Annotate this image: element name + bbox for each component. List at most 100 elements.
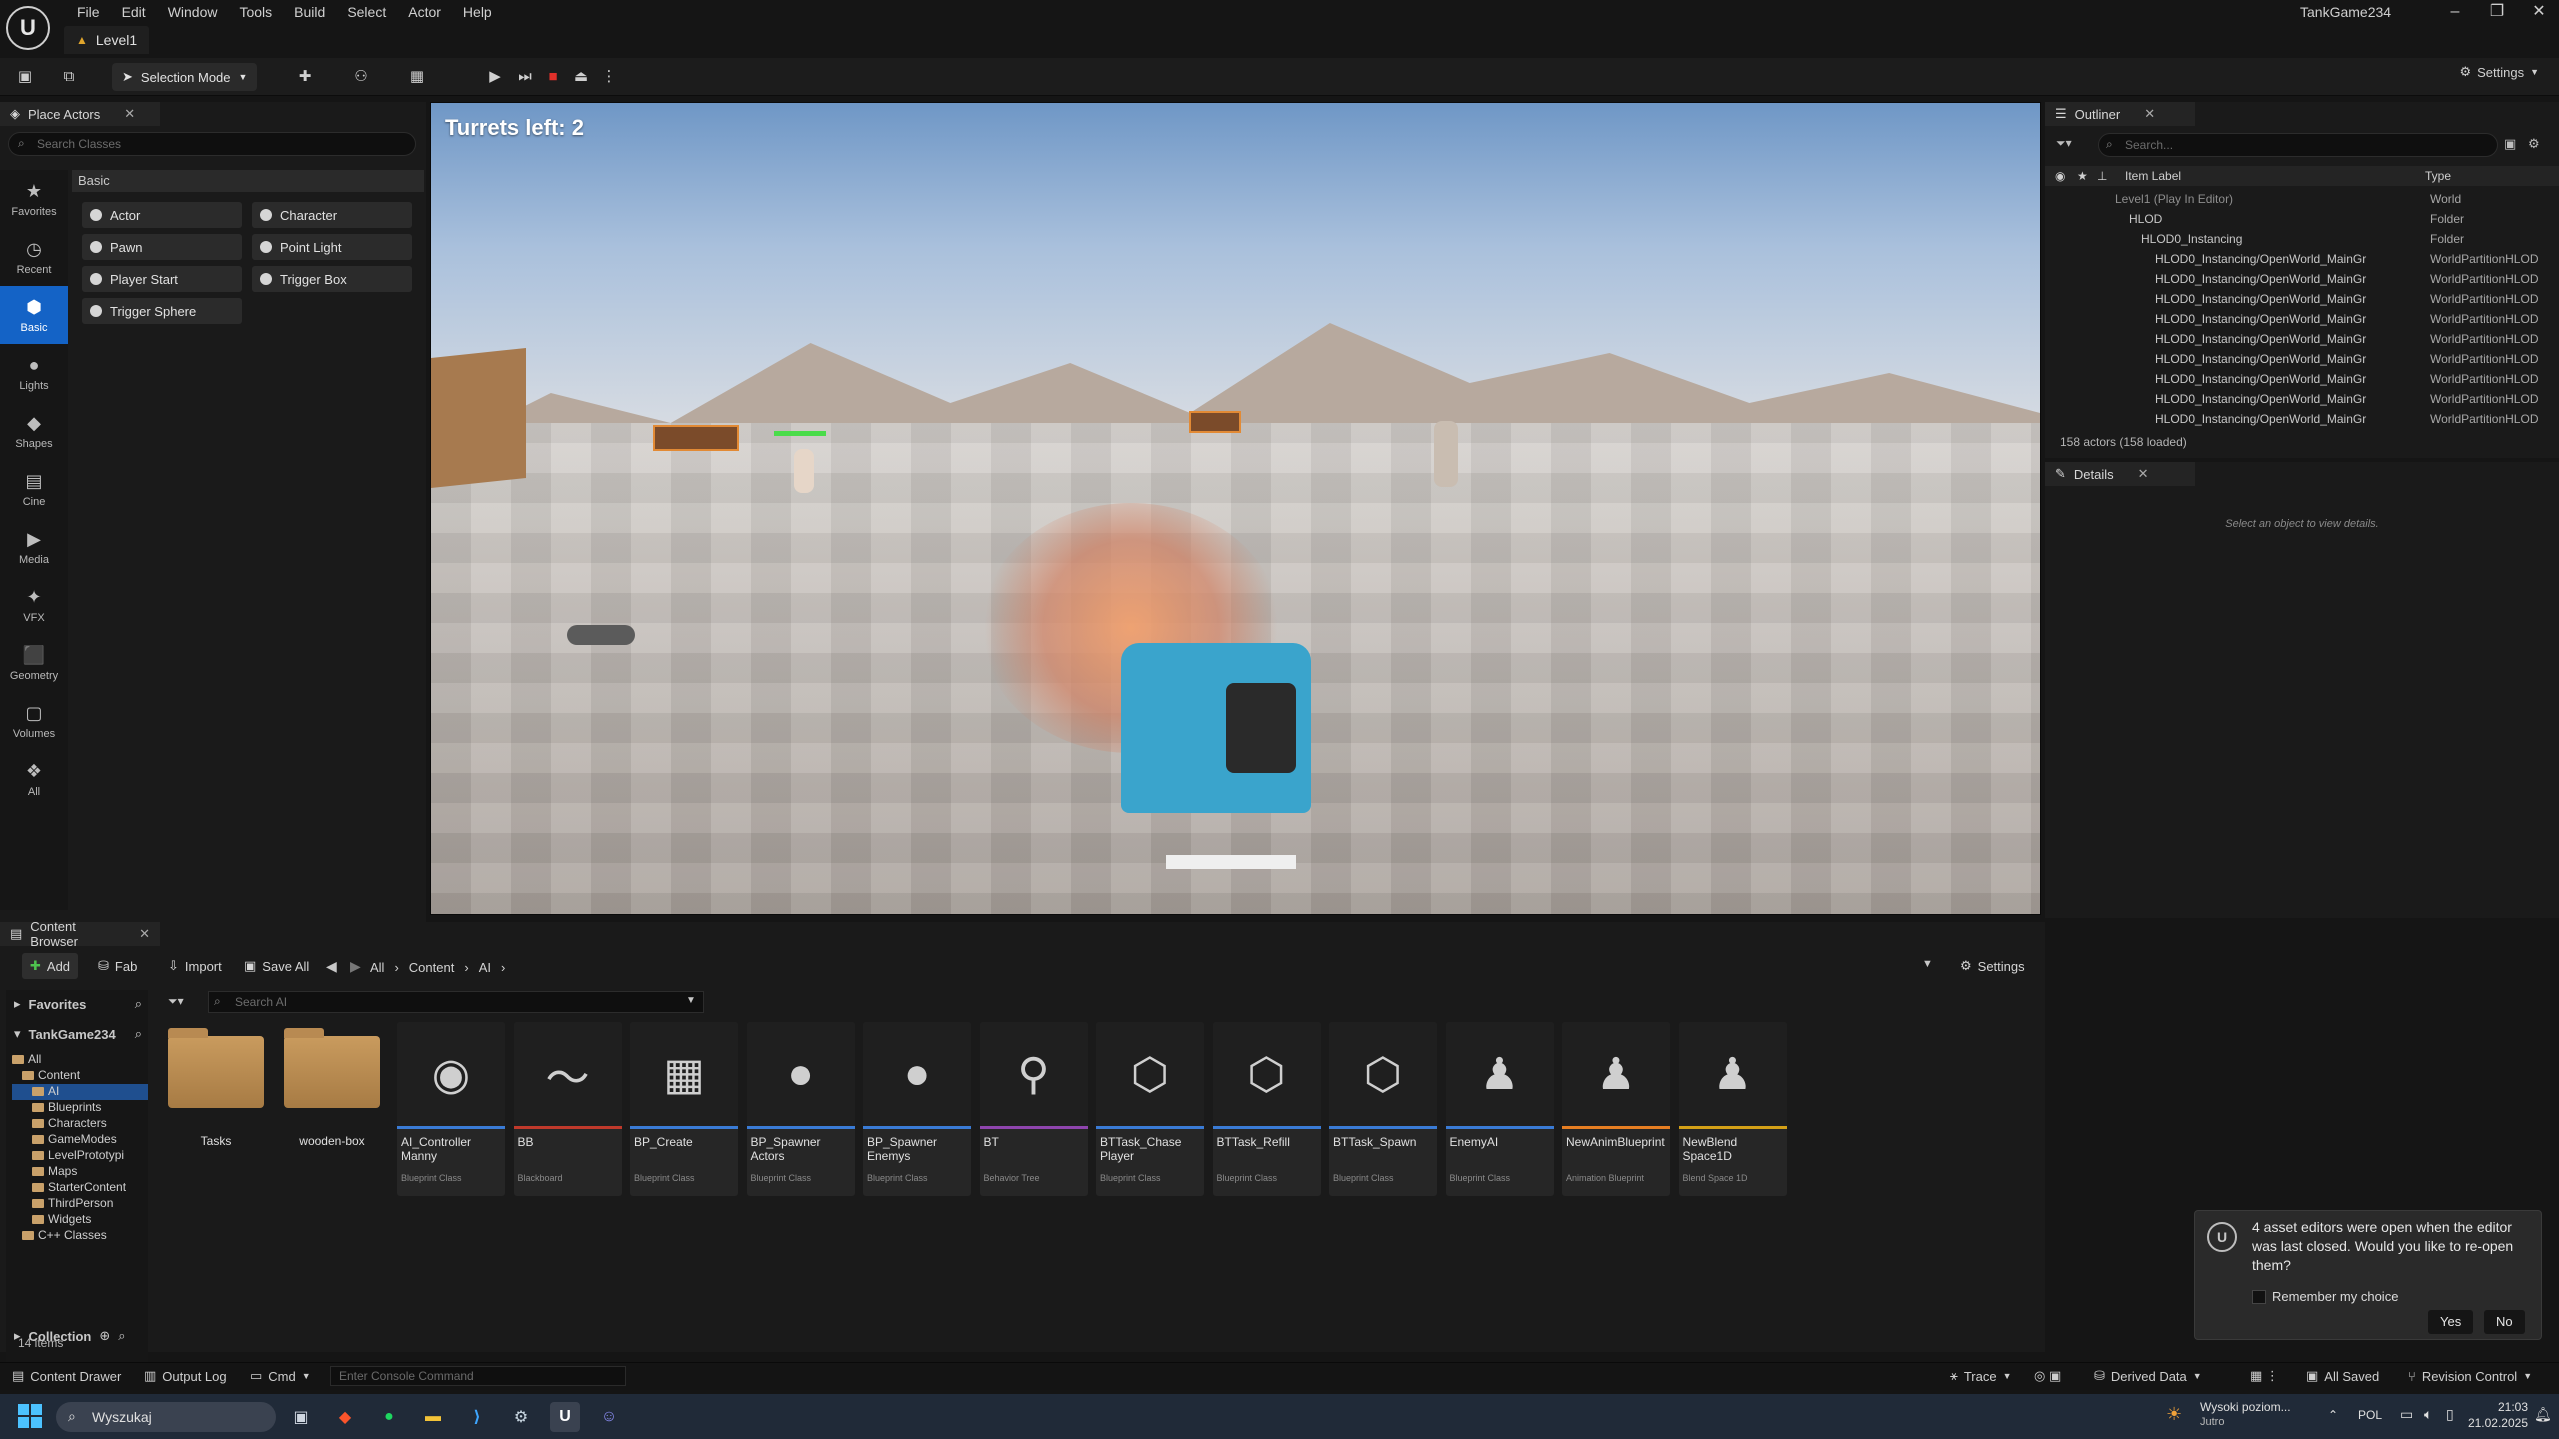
search-icon[interactable]: ⌕ [135, 1026, 142, 1042]
asset-tile[interactable]: ● BP_Spawner Enemys Blueprint Class [863, 1022, 971, 1196]
revision-control-dropdown[interactable]: ⑂ Revision Control ▼ [2408, 1362, 2532, 1390]
outliner-row[interactable]: HLOD0_Instancing/OpenWorld_MainGr WorldPa… [2045, 412, 2559, 432]
all-saved-indicator[interactable]: ▣ All Saved [2306, 1362, 2379, 1390]
console-input[interactable]: Enter Console Command [330, 1366, 626, 1386]
outliner-row[interactable]: HLOD0_Instancing/OpenWorld_MainGr WorldPa… [2045, 392, 2559, 412]
language-indicator[interactable]: POL [2358, 1408, 2382, 1422]
import-button[interactable]: ⇩ Import [160, 953, 230, 979]
category-all[interactable]: ❖ All [0, 750, 68, 808]
details-tab[interactable]: ✎ Details ✕ [2045, 462, 2195, 486]
back-icon[interactable]: ◀ [326, 958, 337, 975]
trace-dropdown[interactable]: ⚹ Trace ▼ [1950, 1362, 2011, 1390]
taskbar-search-input[interactable]: Wyszukaj [56, 1402, 276, 1432]
eye-icon[interactable]: ◉ [2055, 169, 2065, 183]
outliner-row[interactable]: HLOD0_Instancing/OpenWorld_MainGr WorldPa… [2045, 252, 2559, 272]
derived-data-dropdown[interactable]: ⛁ Derived Data ▼ [2094, 1362, 2202, 1390]
outliner-row[interactable]: HLOD0_Instancing Folder [2045, 232, 2559, 252]
tree-folder[interactable]: ThirdPerson [12, 1196, 148, 1212]
outliner-search-input[interactable]: Search... [2098, 133, 2498, 157]
tree-folder[interactable]: Maps [12, 1164, 148, 1180]
asset-tile[interactable]: 〜 BB Blackboard [513, 1022, 622, 1196]
play-icon[interactable]: ▶ [482, 63, 508, 89]
tree-folder[interactable]: Widgets [12, 1212, 148, 1228]
add-button[interactable]: ✚ Add [22, 953, 79, 979]
actor-item-point-light[interactable]: Point Light [252, 234, 412, 260]
close-icon[interactable]: ✕ [124, 106, 135, 122]
search-classes-input[interactable]: Search Classes [8, 132, 416, 156]
source-icon[interactable]: ▦ ⋮ [2250, 1362, 2279, 1390]
menu-file[interactable]: File [66, 0, 111, 24]
tree-folder[interactable]: AI [12, 1084, 148, 1100]
output-log-button[interactable]: ▥ Output Log [144, 1362, 227, 1390]
more-options-icon[interactable]: ⋮ [596, 63, 622, 89]
stop-icon[interactable]: ■ [540, 63, 566, 89]
project-section[interactable]: ▾ TankGame234 ⌕ [14, 1026, 142, 1042]
file-explorer-icon[interactable]: ▬ [418, 1402, 448, 1432]
category-cine[interactable]: ▤ Cine [0, 460, 68, 518]
category-favorites[interactable]: ★ Favorites [0, 170, 68, 228]
search-icon[interactable]: ⌕ [135, 996, 142, 1012]
weather-icon[interactable]: ☀ [2166, 1404, 2182, 1425]
close-icon[interactable]: ✕ [2518, 0, 2559, 24]
menu-select[interactable]: Select [336, 0, 397, 24]
search-icon[interactable]: ⌕ [118, 1328, 125, 1344]
category-volumes[interactable]: ▢ Volumes [0, 692, 68, 750]
save-icon[interactable]: ▣ [12, 63, 38, 89]
category-shapes[interactable]: ◆ Shapes [0, 402, 68, 460]
tree-folder[interactable]: C++ Classes [12, 1228, 148, 1244]
settings-button[interactable]: ⚙ Settings ▼ [2459, 64, 2539, 80]
save-all-button[interactable]: ▣ Save All [236, 953, 317, 979]
forward-icon[interactable]: ▶ [350, 958, 361, 975]
chevron-down-icon[interactable]: ▼ [1922, 958, 1933, 970]
tree-folder[interactable]: LevelPrototypi [12, 1148, 148, 1164]
folder-tile[interactable]: wooden-box [278, 1022, 386, 1196]
fab-button[interactable]: ⛁ Fab [90, 953, 145, 979]
blueprint-icon[interactable]: ⚇ [348, 63, 374, 89]
menu-help[interactable]: Help [452, 0, 503, 24]
notification-bell-icon[interactable]: 🔔︎ [2534, 1406, 2552, 1423]
clock-date[interactable]: 21.02.2025 [2466, 1416, 2528, 1430]
clock-time[interactable]: 21:03 [2486, 1400, 2528, 1414]
asset-tile[interactable]: ▦ BP_Create Blueprint Class [630, 1022, 738, 1196]
close-icon[interactable]: ✕ [2138, 466, 2149, 482]
asset-tile[interactable]: ⚲ BT Behavior Tree [979, 1022, 1088, 1196]
outliner-row[interactable]: HLOD0_Instancing/OpenWorld_MainGr WorldPa… [2045, 372, 2559, 392]
volume-icon[interactable]: 🔈︎ [2424, 1406, 2432, 1423]
add-folder-icon[interactable]: ▣ [2504, 136, 2516, 152]
asset-tile[interactable]: ♟ NewAnimBlueprint Animation Blueprint [1562, 1022, 1670, 1196]
filter-icon[interactable]: ⏷▾ [168, 994, 184, 1009]
outliner-row[interactable]: HLOD0_Instancing/OpenWorld_MainGr WorldPa… [2045, 332, 2559, 352]
maximize-icon[interactable]: ❐ [2476, 0, 2518, 24]
steam-icon[interactable]: ⚙ [506, 1402, 536, 1432]
remember-choice-checkbox[interactable]: Remember my choice [2252, 1289, 2398, 1304]
network-icon[interactable]: ▭ [2400, 1406, 2413, 1423]
pin-icon[interactable]: ⊥ [2097, 169, 2107, 183]
favorites-section[interactable]: ▸ Favorites ⌕ [14, 996, 142, 1012]
tree-folder[interactable]: All [12, 1052, 148, 1068]
asset-tile[interactable]: ⬡ BTTask_Chase Player Blueprint Class [1096, 1022, 1204, 1196]
content-icon[interactable]: ⧉ [56, 63, 82, 89]
place-actors-tab[interactable]: ◈ Place Actors ✕ [0, 102, 160, 126]
category-vfx[interactable]: ✦ VFX [0, 576, 68, 634]
asset-tile[interactable]: ⬡ BTTask_Refill Blueprint Class [1212, 1022, 1321, 1196]
chevron-down-icon[interactable]: ▼ [686, 995, 696, 1006]
outliner-row[interactable]: HLOD0_Instancing/OpenWorld_MainGr WorldPa… [2045, 272, 2559, 292]
type-column[interactable]: Type [2425, 169, 2451, 183]
outliner-row[interactable]: HLOD0_Instancing/OpenWorld_MainGr WorldPa… [2045, 312, 2559, 332]
tree-folder[interactable]: GameModes [12, 1132, 148, 1148]
unreal-logo-icon[interactable]: U [6, 6, 50, 50]
category-media[interactable]: ▶ Media [0, 518, 68, 576]
asset-tile[interactable]: ● BP_Spawner Actors Blueprint Class [746, 1022, 855, 1196]
actor-item-trigger-sphere[interactable]: Trigger Sphere [82, 298, 242, 324]
asset-tile[interactable]: ♟ NewBlend Space1D Blend Space 1D [1678, 1022, 1787, 1196]
menu-edit[interactable]: Edit [111, 0, 157, 24]
asset-tile[interactable]: ◉ AI_Controller Manny Blueprint Class [397, 1022, 505, 1196]
item-label-column[interactable]: Item Label [2125, 169, 2181, 183]
actor-item-player-start[interactable]: Player Start [82, 266, 242, 292]
close-icon[interactable]: ✕ [139, 926, 150, 942]
no-button[interactable]: No [2484, 1310, 2525, 1334]
category-basic[interactable]: ⬢ Basic [0, 286, 68, 344]
minimize-icon[interactable]: – [2434, 0, 2476, 24]
actor-item-actor[interactable]: Actor [82, 202, 242, 228]
vscode-icon[interactable]: ⟩ [462, 1402, 492, 1432]
